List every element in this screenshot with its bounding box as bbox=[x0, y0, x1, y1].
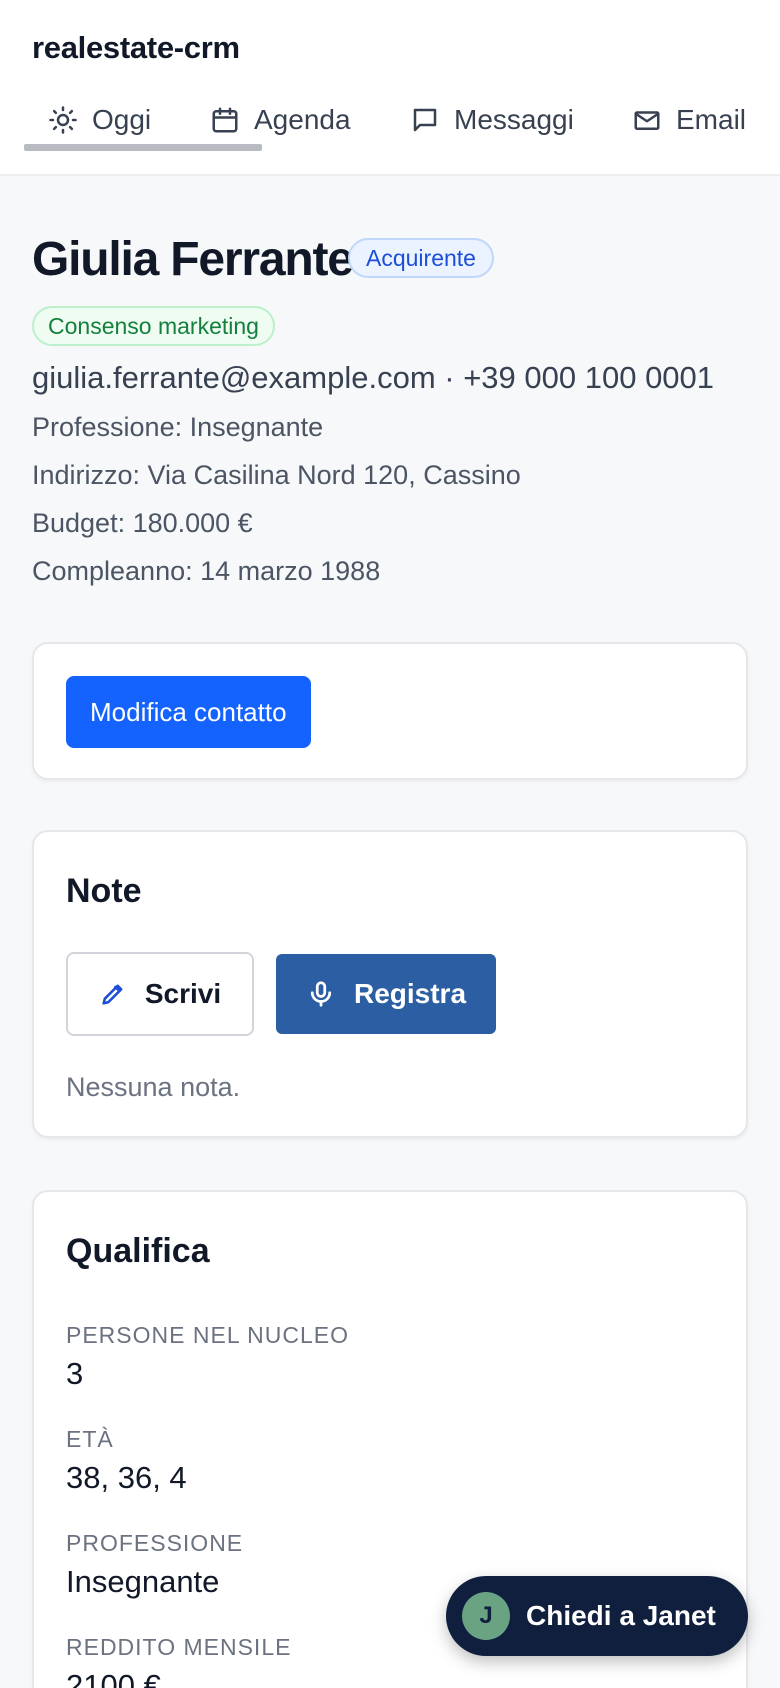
tab-messaggi-label: Messaggi bbox=[454, 104, 574, 135]
notes-title: Note bbox=[66, 872, 142, 910]
field-label-profession: PROFESSIONE bbox=[66, 1530, 244, 1556]
record-note-button[interactable]: Registra bbox=[276, 954, 496, 1034]
mail-icon bbox=[634, 111, 660, 130]
tab-oggi-label: Oggi bbox=[92, 104, 152, 135]
contact-profession: Professione: Insegnante bbox=[32, 412, 324, 442]
contact-name: Giulia Ferrante bbox=[32, 233, 354, 286]
ask-janet-label: Chiedi a Janet bbox=[526, 1600, 716, 1631]
field-label-ages: ETÀ bbox=[66, 1426, 114, 1452]
app-header: realestate-crm Oggi Agenda Messaggi Emai… bbox=[0, 0, 780, 176]
app-title: realestate-crm bbox=[32, 30, 240, 65]
calendar-icon bbox=[212, 107, 238, 133]
actions-card: Modifica contatto bbox=[32, 642, 748, 780]
microphone-icon bbox=[310, 981, 332, 1007]
notes-empty-text: Nessuna nota. bbox=[66, 1072, 241, 1102]
ask-janet-button[interactable]: J Chiedi a Janet bbox=[446, 1576, 748, 1656]
tab-messaggi[interactable]: Messaggi bbox=[410, 96, 574, 144]
contact-address: Indirizzo: Via Casilina Nord 120, Cassin… bbox=[32, 460, 521, 490]
field-label-income: REDDITO MENSILE bbox=[66, 1634, 292, 1660]
tab-oggi[interactable]: Oggi bbox=[48, 96, 151, 144]
field-label-household: PERSONE NEL NUCLEO bbox=[66, 1322, 349, 1348]
janet-avatar: J bbox=[462, 1592, 510, 1640]
write-note-button[interactable]: Scrivi bbox=[66, 952, 254, 1036]
message-icon bbox=[413, 108, 437, 132]
contact-birthday: Compleanno: 14 marzo 1988 bbox=[32, 556, 381, 586]
tab-bar: Oggi Agenda Messaggi Email bbox=[0, 96, 780, 156]
contact-email-phone: giulia.ferrante@example.com · +39 000 10… bbox=[32, 360, 715, 395]
write-note-label: Scrivi bbox=[144, 978, 222, 1009]
qualification-title: Qualifica bbox=[66, 1232, 210, 1270]
sun-icon bbox=[49, 106, 77, 134]
contact-budget: Budget: 180.000 € bbox=[32, 508, 253, 538]
field-value-ages: 38, 36, 4 bbox=[66, 1460, 187, 1495]
field-value-profession: Insegnante bbox=[66, 1564, 220, 1599]
tab-email-label: Email bbox=[676, 104, 747, 135]
tab-email[interactable]: Email bbox=[632, 96, 746, 144]
pencil-icon bbox=[102, 984, 123, 1005]
field-value-income: 2100 € bbox=[66, 1668, 161, 1688]
field-value-household: 3 bbox=[66, 1356, 84, 1391]
edit-contact-button[interactable]: Modifica contatto bbox=[66, 676, 311, 748]
consent-badge: Consenso marketing bbox=[32, 306, 275, 346]
tab-agenda[interactable]: Agenda bbox=[210, 96, 351, 144]
record-note-label: Registra bbox=[353, 978, 467, 1009]
notes-card: Note Scrivi Registra Nessuna nota. bbox=[32, 830, 748, 1138]
role-badge: Acquirente bbox=[348, 238, 494, 278]
tab-agenda-label: Agenda bbox=[254, 104, 351, 135]
active-tab-indicator bbox=[24, 144, 262, 151]
